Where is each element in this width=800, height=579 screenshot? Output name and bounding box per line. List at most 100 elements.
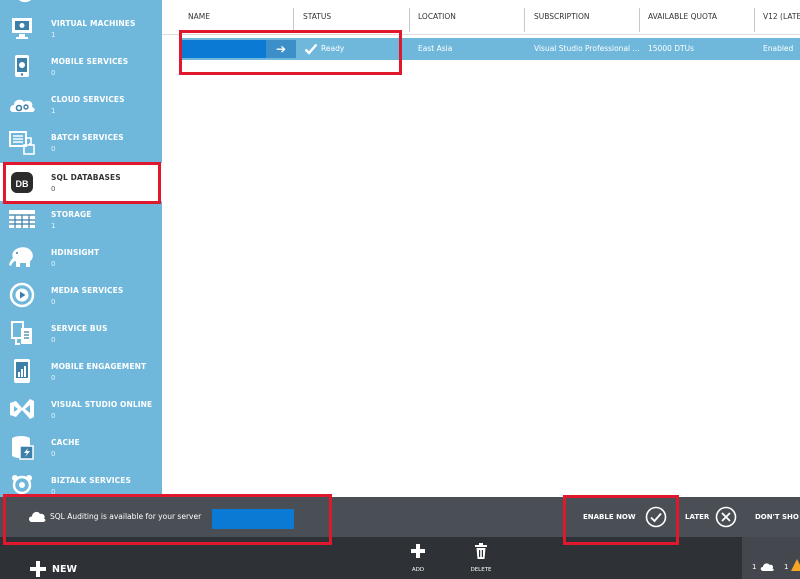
enable-now-check-icon[interactable]	[645, 506, 667, 528]
column-separator	[409, 8, 410, 32]
sidebar-item-label: STORAGE	[51, 210, 92, 219]
checkmark-icon	[304, 43, 318, 55]
mobile-services-icon	[15, 55, 29, 77]
sidebar-item-visual-studio-online[interactable]: VISUAL STUDIO ONLINE 0	[0, 390, 162, 428]
warning-count: 1	[784, 563, 789, 571]
dont-show-button[interactable]: DON'T SHO	[755, 513, 799, 521]
redacted-server-name	[212, 509, 294, 529]
sidebar-item-label: VISUAL STUDIO ONLINE	[51, 400, 153, 409]
sidebar-item-label: SERVICE BUS	[51, 324, 108, 333]
sidebar-item-label: VIRTUAL MACHINES	[51, 19, 136, 28]
v12-cell: Enabled	[763, 44, 794, 53]
sidebar-item-mobile-services[interactable]: MOBILE SERVICES 0	[0, 47, 162, 85]
cloud-icon	[29, 511, 46, 522]
add-button[interactable]: ADD	[400, 537, 436, 579]
add-label: ADD	[411, 567, 425, 573]
add-plus-icon	[411, 544, 425, 558]
sidebar-item-count: 1	[51, 31, 56, 39]
column-header-location[interactable]: LOCATION	[418, 12, 456, 21]
sidebar-item-mobile-engagement[interactable]: MOBILE ENGAGEMENT 0	[0, 352, 162, 390]
sidebar: VIRTUAL MACHINES 1 MOBILE SERVICES 0 CLO…	[0, 0, 162, 497]
sidebar-item-count: 0	[51, 69, 56, 77]
redacted-server-name[interactable]	[182, 40, 266, 58]
cloud-status-icon[interactable]	[760, 562, 774, 571]
sidebar-item-label: MEDIA SERVICES	[51, 286, 124, 295]
command-bar: NEW ADD DELETE 1 1	[0, 537, 800, 579]
open-arrow-icon[interactable]: ➔	[266, 40, 296, 58]
biztalk-icon	[12, 475, 32, 495]
database-icon: DB	[11, 172, 33, 193]
sidebar-item-count: 0	[51, 488, 56, 496]
delete-button[interactable]: DELETE	[463, 537, 499, 579]
media-services-icon	[9, 282, 35, 308]
sidebar-item-batch-services[interactable]: BATCH SERVICES 0	[0, 123, 162, 161]
svg-text:DB: DB	[16, 179, 29, 189]
column-header-subscription[interactable]: SUBSCRIPTION	[534, 12, 590, 21]
sidebar-item-biztalk-services[interactable]: BIZTALK SERVICES 0	[0, 466, 162, 497]
status-tray[interactable]	[742, 537, 800, 579]
sidebar-item-label: HDINSIGHT	[51, 248, 100, 257]
sidebar-item-cloud-services[interactable]: CLOUD SERVICES 1	[0, 85, 162, 123]
visual-studio-icon	[10, 399, 34, 419]
sidebar-item-label: MOBILE ENGAGEMENT	[51, 362, 147, 371]
sidebar-item-count: 1	[51, 222, 56, 230]
sidebar-item-count: 0	[51, 412, 56, 420]
trash-icon	[475, 543, 487, 559]
sidebar-item-count: 0	[51, 374, 56, 382]
column-separator	[293, 8, 294, 32]
location-cell: East Asia	[418, 44, 453, 53]
column-separator	[639, 8, 640, 32]
subscription-cell: Visual Studio Professional ...	[534, 44, 640, 53]
sidebar-item-label: BIZTALK SERVICES	[51, 476, 132, 485]
status-cell: Ready	[321, 44, 345, 53]
enable-now-button[interactable]: ENABLE NOW	[583, 513, 636, 521]
virtual-machine-icon	[12, 18, 32, 39]
sidebar-item-count: 0	[51, 298, 56, 306]
sidebar-item-sql-databases[interactable]: DB SQL DATABASES 0	[0, 163, 162, 201]
sidebar-item-service-bus[interactable]: SERVICE BUS 0	[0, 314, 162, 352]
column-header-available-quota[interactable]: AVAILABLE QUOTA	[648, 12, 717, 21]
sidebar-item-cache[interactable]: CACHE 0	[0, 428, 162, 466]
cloud-services-icon	[10, 99, 35, 112]
plus-icon[interactable]	[30, 561, 46, 577]
delete-label: DELETE	[470, 567, 492, 573]
elephant-icon	[9, 247, 33, 267]
sidebar-item-storage[interactable]: STORAGE 1	[0, 200, 162, 238]
sidebar-item-media-services[interactable]: MEDIA SERVICES 0	[0, 276, 162, 314]
storage-icon	[9, 210, 35, 228]
sidebar-item-virtual-machines[interactable]: VIRTUAL MACHINES 1	[0, 9, 162, 47]
notification-bar: SQL Auditing is available for your serve…	[0, 497, 800, 537]
sidebar-item-count: 0	[51, 185, 56, 193]
new-button[interactable]: NEW	[52, 564, 77, 575]
notification-message: SQL Auditing is available for your serve…	[50, 512, 202, 521]
sidebar-item-count: 0	[51, 260, 56, 268]
sidebar-item-count: 0	[51, 145, 56, 153]
quota-cell: 15000 DTUs	[648, 44, 694, 53]
column-header-v12[interactable]: V12 (LATE	[763, 12, 800, 21]
header-divider	[162, 34, 800, 35]
partial-top-icon	[18, 0, 32, 3]
column-separator	[754, 8, 755, 32]
mobile-engagement-icon	[14, 359, 30, 383]
batch-services-icon	[9, 131, 35, 155]
sidebar-item-hdinsight[interactable]: HDINSIGHT 0	[0, 238, 162, 276]
sidebar-item-label: BATCH SERVICES	[51, 133, 124, 142]
cache-icon	[12, 436, 34, 460]
sidebar-item-label: MOBILE SERVICES	[51, 57, 129, 66]
grid-header: NAME STATUS LOCATION SUBSCRIPTION AVAILA…	[162, 0, 800, 35]
sidebar-item-count: 0	[51, 336, 56, 344]
sidebar-item-label: SQL DATABASES	[51, 173, 121, 182]
table-row[interactable]: ➔ Ready East Asia Visual Studio Professi…	[180, 38, 800, 60]
later-close-icon[interactable]	[715, 506, 737, 528]
sidebar-item-label: CLOUD SERVICES	[51, 95, 125, 104]
service-bus-icon	[11, 321, 32, 345]
column-separator	[524, 8, 525, 32]
later-button[interactable]: LATER	[685, 513, 709, 521]
column-header-status[interactable]: STATUS	[303, 12, 331, 21]
warning-icon[interactable]	[791, 559, 800, 571]
cloud-count: 1	[752, 563, 757, 571]
sidebar-item-count: 0	[51, 450, 56, 458]
sidebar-item-label: CACHE	[51, 438, 80, 447]
column-header-name[interactable]: NAME	[188, 12, 210, 21]
sidebar-item-count: 1	[51, 107, 56, 115]
